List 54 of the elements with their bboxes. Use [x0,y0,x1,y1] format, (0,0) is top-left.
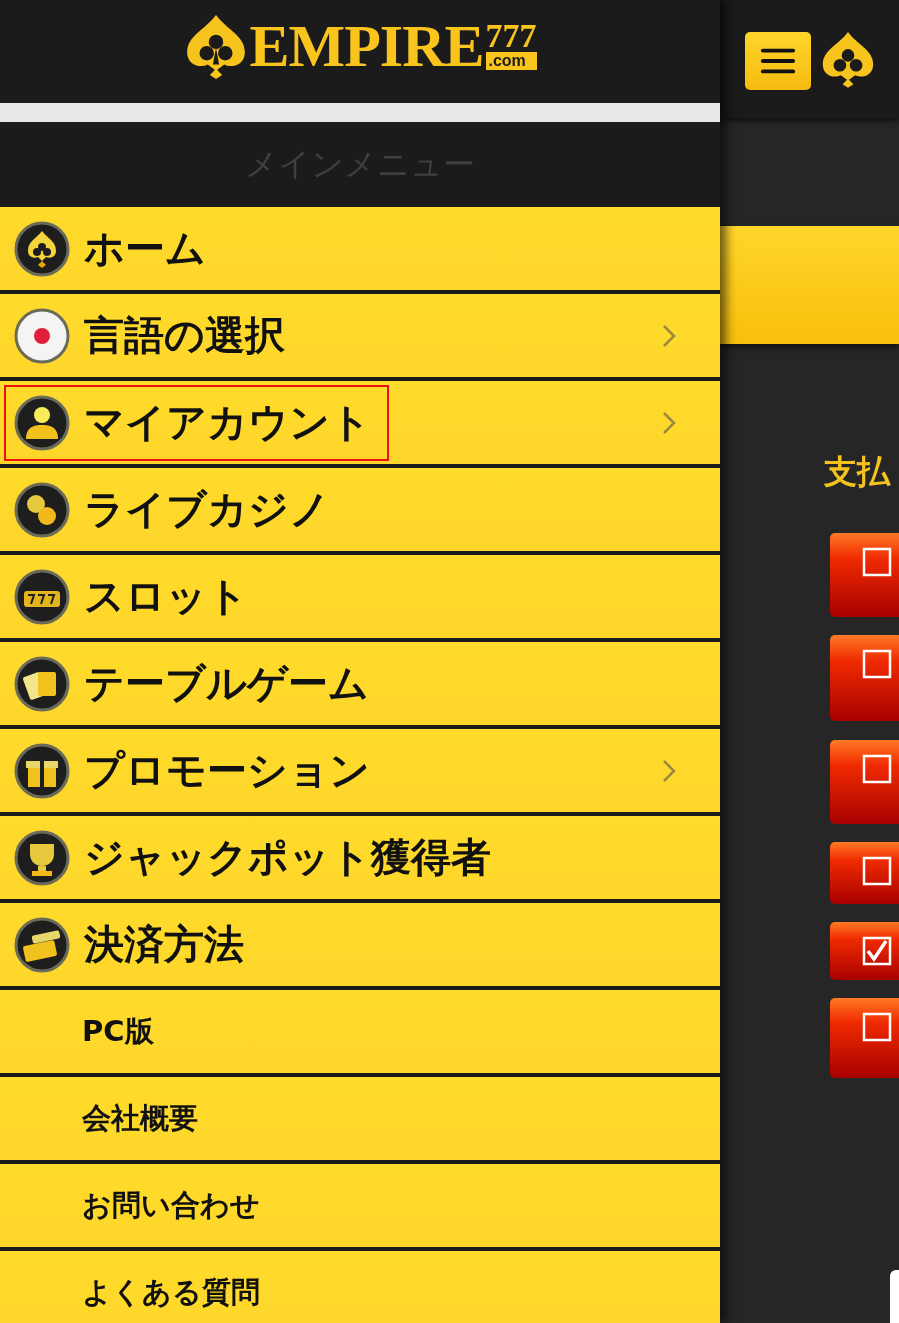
menu-item-label: PC版 [82,1012,154,1050]
option-button[interactable] [830,998,899,1078]
menu-item[interactable]: PC版 [0,990,720,1077]
gift-icon [14,742,70,799]
menu-item-label: よくある質問 [82,1273,260,1311]
menu-item-label: ライブカジノ [84,485,330,534]
chips-icon [14,481,70,538]
checkbox[interactable] [862,547,892,577]
checkbox[interactable] [862,936,892,966]
payment-icon [14,916,70,973]
option-button[interactable] [830,533,899,617]
logo-domain: .com [485,52,537,70]
club-logo-icon [821,30,875,88]
menu-item-label: ジャックポット獲得者 [84,833,491,882]
menu-item[interactable]: ホーム [0,207,720,294]
menu-item-label: 言語の選択 [84,311,285,360]
menu-item[interactable]: よくある質問 [0,1251,720,1323]
section-title: 支払 [824,451,890,493]
menu-icon [759,46,797,76]
menu-item[interactable]: テーブルゲーム [0,642,720,729]
menu-item[interactable]: プロモーション [0,729,720,816]
menu-item-label: 決済方法 [84,920,244,969]
menu-item[interactable]: 会社概要 [0,1077,720,1164]
checkbox[interactable] [862,856,892,886]
logo-text: EMPIRE [249,15,484,76]
trophy-icon [14,829,70,886]
checkbox[interactable] [862,649,892,679]
checkbox[interactable] [862,754,892,784]
menu-item-label: テーブルゲーム [84,659,369,708]
club-icon [14,220,70,277]
flag-icon [14,307,70,364]
person-icon [14,394,70,451]
menu-item[interactable]: お問い合わせ [0,1164,720,1251]
checkbox[interactable] [862,1012,892,1042]
menu-item-label: マイアカウント [84,398,371,447]
menu-item-label: プロモーション [84,746,370,795]
slot-icon [14,568,70,625]
menu-item-label: 会社概要 [82,1099,198,1137]
menu-item-label: ホーム [84,224,206,273]
option-button[interactable] [830,740,899,824]
option-button[interactable] [830,842,899,904]
menu-button[interactable] [745,32,811,90]
menu-item[interactable]: 言語の選択 [0,294,720,381]
menu-item[interactable]: 決済方法 [0,903,720,990]
menu-item-label: お問い合わせ [82,1186,260,1224]
option-button[interactable] [830,922,899,980]
menu-item-label: スロット [84,572,248,621]
cards-icon [14,655,70,712]
logo-number: 777 [485,21,537,52]
menu-item[interactable]: マイアカウント [0,381,720,468]
menu-item[interactable]: スロット [0,555,720,642]
menu-item[interactable]: ジャックポット獲得者 [0,816,720,903]
menu-item[interactable]: ライブカジノ [0,468,720,555]
option-button[interactable] [830,635,899,721]
